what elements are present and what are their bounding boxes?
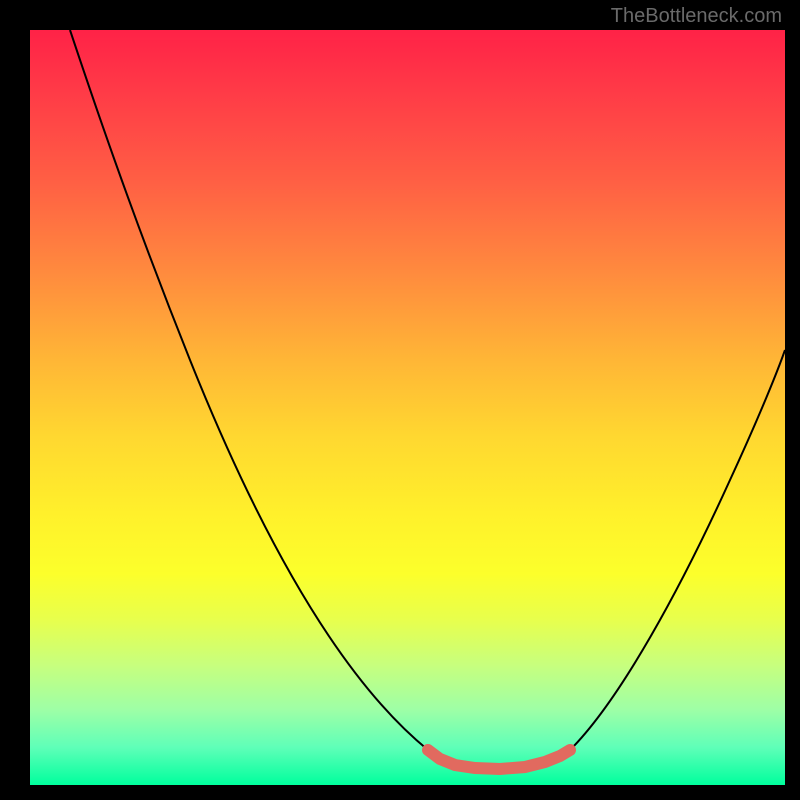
curve-right <box>570 350 785 750</box>
curve-left <box>70 30 428 750</box>
chart-svg <box>30 30 785 785</box>
plot-area <box>30 30 785 785</box>
attribution-text: TheBottleneck.com <box>611 5 782 28</box>
optimal-zone-marker <box>428 750 570 769</box>
